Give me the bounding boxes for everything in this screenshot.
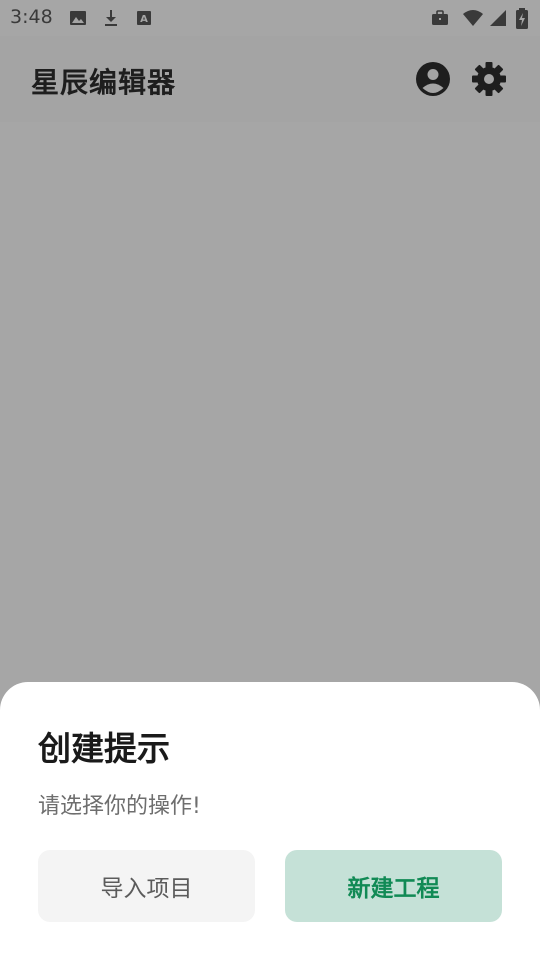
image-icon <box>68 8 88 28</box>
battery-icon <box>515 8 529 29</box>
app-title: 星辰编辑器 <box>31 66 177 99</box>
app-bar: 星辰编辑器 <box>0 36 540 122</box>
download-icon <box>101 8 121 28</box>
status-bar: 3:48 A <box>0 0 540 36</box>
svg-text:A: A <box>140 14 148 25</box>
settings-gear-icon[interactable] <box>470 60 508 98</box>
status-time: 3:48 <box>10 6 53 28</box>
wifi-icon <box>462 8 483 28</box>
bottom-sheet-dialog: 创建提示 请选择你的操作! 导入项目 新建工程 <box>0 682 540 960</box>
import-project-button[interactable]: 导入项目 <box>38 850 255 922</box>
account-icon[interactable] <box>414 60 452 98</box>
text-a-icon: A <box>134 8 154 28</box>
new-project-button[interactable]: 新建工程 <box>285 850 502 922</box>
signal-icon <box>488 8 508 28</box>
dialog-title: 创建提示 <box>38 729 170 768</box>
main-content-area[interactable] <box>0 122 540 682</box>
dialog-message: 请选择你的操作! <box>38 794 201 819</box>
briefcase-icon <box>430 8 450 28</box>
screen: 3:48 A 星辰编辑器 创建提示 请选择你的操作! 导入项目 新建工程 <box>0 0 540 960</box>
